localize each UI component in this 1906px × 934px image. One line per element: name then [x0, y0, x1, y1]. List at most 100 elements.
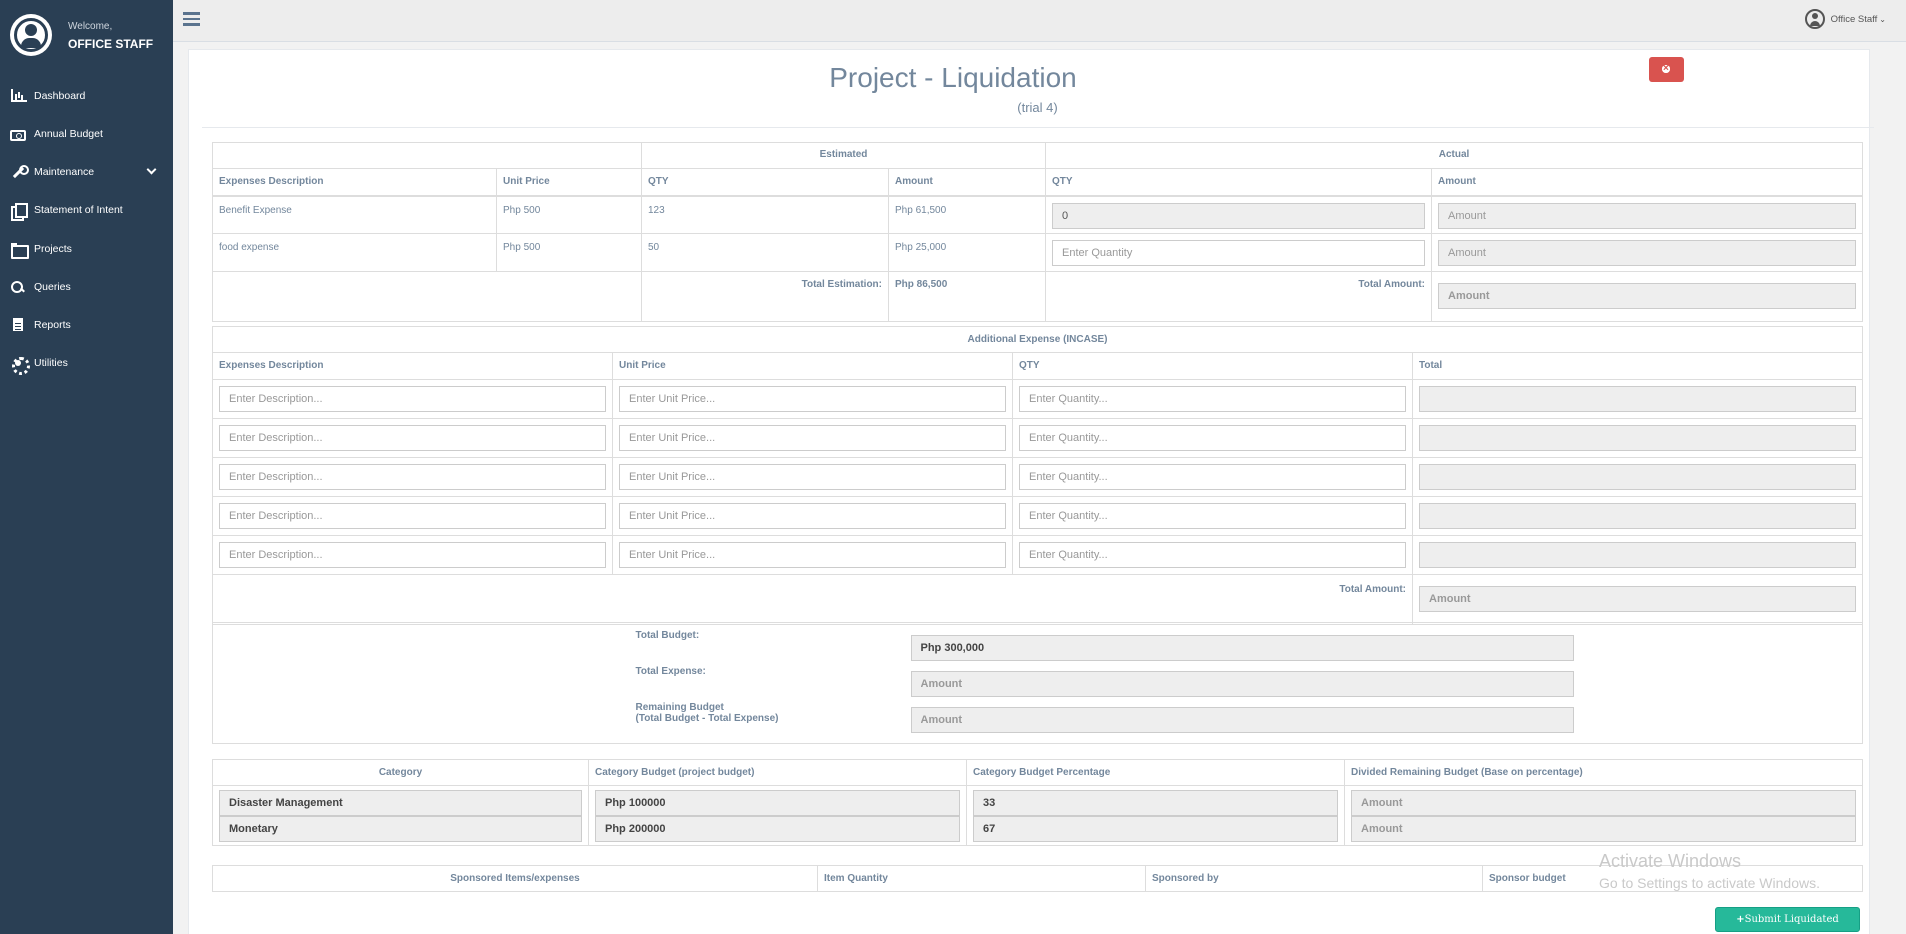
- row-total-field[interactable]: [1419, 542, 1857, 568]
- table-row: [212, 496, 1864, 536]
- user-icon: [1804, 9, 1825, 29]
- category-budget-field[interactable]: [595, 790, 960, 816]
- header-spacer: [212, 142, 642, 169]
- actual-qty-input[interactable]: [1052, 240, 1426, 266]
- table-row: [212, 379, 1864, 419]
- description-input[interactable]: [219, 464, 606, 490]
- submit-button-label: Submit Liquidated Expense: [1744, 914, 1839, 925]
- estimated-amount: Php 25,000: [887, 233, 1047, 272]
- actual-amount-field[interactable]: [1438, 202, 1857, 229]
- unit-price-input[interactable]: [619, 542, 1006, 568]
- category-percentage-field[interactable]: [973, 816, 1338, 842]
- qty-input[interactable]: [1019, 386, 1406, 412]
- remaining-budget-field[interactable]: [910, 707, 1574, 733]
- column-header: Sponsored by: [1145, 865, 1483, 892]
- row-total-field[interactable]: [1419, 503, 1857, 529]
- sidebar-item-annual-budget[interactable]: Annual Budget: [0, 122, 173, 146]
- user-menu[interactable]: Office Staff ⌄: [1804, 9, 1886, 29]
- sidebar-item-label: Projects: [34, 243, 72, 255]
- estimated-amount: Php 61,500: [887, 195, 1047, 234]
- actual-qty-input[interactable]: [1052, 202, 1426, 229]
- actual-amount-field[interactable]: [1438, 240, 1857, 266]
- category-name: Monetary: [219, 816, 582, 842]
- actual-group-header: Actual: [1045, 142, 1864, 169]
- expenses-table: Estimated Actual Expenses Description Un…: [212, 142, 1864, 322]
- sidebar-item-statement-of-intent[interactable]: Statement of Intent: [0, 198, 173, 222]
- total-actual-amount-field[interactable]: [1438, 283, 1857, 309]
- plus-icon: +: [1736, 914, 1745, 925]
- column-header: QTY: [641, 168, 889, 196]
- avatar-icon[interactable]: [10, 14, 52, 56]
- divided-budget-field[interactable]: [1351, 816, 1856, 842]
- file-icon: [10, 318, 26, 332]
- table-row: [212, 418, 1864, 458]
- column-header: Unit Price: [496, 168, 642, 196]
- unit-price-input[interactable]: [619, 386, 1006, 412]
- table-row: food expense Php 500 50 Php 25,000: [212, 233, 1864, 272]
- row-total-field[interactable]: [1419, 425, 1857, 451]
- column-header: Category Budget (project budget): [588, 759, 967, 786]
- total-budget-field[interactable]: [910, 635, 1574, 661]
- qty-input[interactable]: [1019, 542, 1406, 568]
- unit-price: Php 500: [496, 195, 642, 234]
- total-estimation-label: Total Estimation:: [641, 271, 889, 322]
- chevron-down-icon: [146, 164, 157, 175]
- column-header: Amount: [887, 168, 1047, 196]
- menu-toggle-icon[interactable]: [183, 12, 200, 26]
- sidebar-item-label: Queries: [34, 281, 71, 293]
- qty-input[interactable]: [1019, 503, 1406, 529]
- totals-row: Total Estimation: Php 86,500 Total Amoun…: [212, 271, 1864, 322]
- welcome-text: Welcome,: [68, 21, 113, 32]
- description-input[interactable]: [219, 503, 606, 529]
- unit-price: Php 500: [496, 233, 642, 272]
- row-total-field[interactable]: [1419, 386, 1857, 412]
- total-expense-field[interactable]: [910, 671, 1574, 697]
- sidebar-item-maintenance[interactable]: Maintenance: [0, 160, 173, 184]
- activation-watermark-title: Activate Windows: [1599, 851, 1742, 871]
- budget-summary: Total Budget: Total Expense: Remaining B…: [212, 622, 1863, 744]
- unit-price-input[interactable]: [619, 464, 1006, 490]
- sidebar-item-label: Maintenance: [34, 166, 95, 178]
- qty-input[interactable]: [1019, 464, 1406, 490]
- submit-liquidated-expense-button[interactable]: +Submit Liquidated Expense: [1715, 907, 1860, 932]
- folder-icon: [10, 242, 29, 259]
- additional-expense-table: Additional Expense (INCASE) Expenses Des…: [211, 326, 1864, 625]
- column-header: Expenses Description: [212, 168, 497, 196]
- category-budget-field[interactable]: [595, 816, 960, 842]
- column-header: Category Budget Percentage: [966, 759, 1345, 786]
- column-header: Item Quantity: [817, 865, 1146, 892]
- copy-icon: [10, 203, 28, 221]
- sidebar-item-label: Utilities: [34, 357, 68, 369]
- table-row: Benefit Expense Php 500 123 Php 61,500: [212, 195, 1864, 234]
- sidebar-item-projects[interactable]: Projects: [0, 237, 173, 261]
- column-header: Unit Price: [612, 352, 1013, 380]
- unit-price-input[interactable]: [619, 425, 1006, 451]
- sidebar: Welcome, OFFICE STAFF Dashboard Annual B…: [0, 0, 173, 934]
- additional-total-field[interactable]: [1419, 586, 1857, 612]
- wrench-icon: [10, 165, 29, 179]
- total-budget-label: Total Budget:: [635, 630, 700, 641]
- sidebar-item-utilities[interactable]: Utilities: [0, 351, 173, 375]
- sidebar-item-reports[interactable]: Reports: [0, 313, 173, 337]
- remaining-budget-label: Remaining Budget: [635, 702, 724, 713]
- category-table: Category Category Budget (project budget…: [212, 759, 1863, 846]
- expense-description: food expense: [212, 233, 497, 272]
- description-input[interactable]: [219, 425, 606, 451]
- activation-watermark-text: Go to Settings to activate Windows.: [1599, 875, 1820, 891]
- divided-budget-field[interactable]: [1351, 790, 1856, 816]
- remaining-budget-sublabel: (Total Budget - Total Expense): [635, 713, 779, 724]
- additional-total-label: Total Amount:: [212, 574, 1413, 625]
- gear-icon: [10, 356, 30, 375]
- description-input[interactable]: [219, 542, 606, 568]
- column-header: Amount: [1431, 168, 1864, 196]
- qty-input[interactable]: [1019, 425, 1406, 451]
- unit-price-input[interactable]: [619, 503, 1006, 529]
- row-total-field[interactable]: [1419, 464, 1857, 490]
- column-header: QTY: [1045, 168, 1433, 196]
- sidebar-item-queries[interactable]: Queries: [0, 275, 173, 299]
- column-header: Total: [1411, 352, 1864, 380]
- user-menu-label: Office Staff: [1830, 13, 1878, 25]
- username: OFFICE STAFF: [68, 37, 154, 51]
- category-percentage-field[interactable]: [973, 790, 1338, 816]
- description-input[interactable]: [219, 386, 606, 412]
